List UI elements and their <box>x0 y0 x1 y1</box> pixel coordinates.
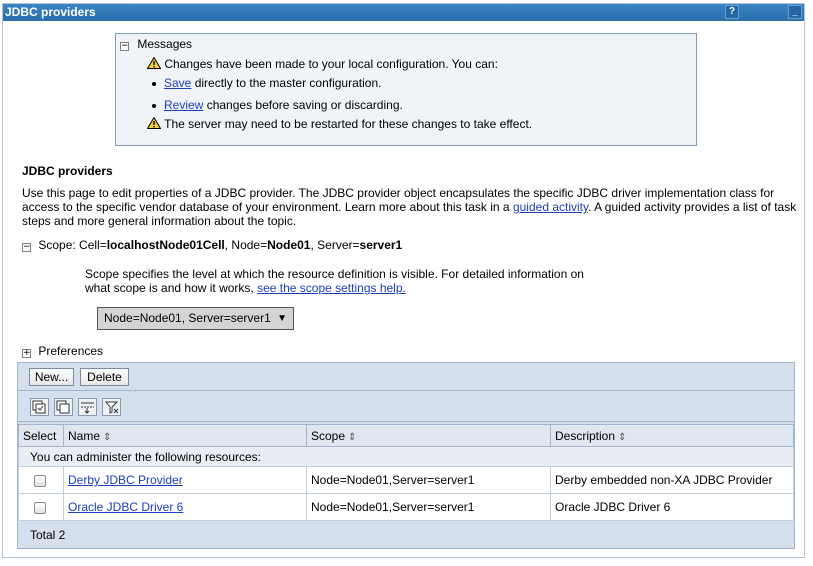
save-link[interactable]: Save <box>164 76 191 90</box>
scope-dropdown-value: Node=Node01, Server=server1 <box>104 311 271 325</box>
select-cell <box>18 466 64 494</box>
scope-settings-help-link[interactable]: see the scope settings help. <box>257 281 406 295</box>
provider-name-link[interactable]: Oracle JDBC Driver 6 <box>68 500 183 514</box>
scope-cell: localhostNode01Cell <box>106 238 225 252</box>
scope-node: Node01 <box>267 238 311 252</box>
resources-table: Select Name ⇕ Scope ⇕ Description ⇕ You can… <box>18 424 794 521</box>
collapse-icon[interactable]: − <box>22 243 31 252</box>
show-filter-icon[interactable] <box>78 398 97 416</box>
scope-server-label: , Server= <box>310 238 360 252</box>
portlet-titlebar: JDBC providers ? _ <box>3 4 804 21</box>
bullet <box>152 104 156 108</box>
table-row: Derby JDBC Provider Node=Node01,Server=s… <box>18 466 794 494</box>
table-total: Total 2 <box>18 522 794 548</box>
expand-icon[interactable]: + <box>22 349 31 358</box>
resources-table-panel: New... Delete Select Name ⇕ Scope ⇕ Descri… <box>17 362 795 549</box>
scope-dropdown[interactable]: Node=Node01, Server=server1 ▼ <box>97 307 294 330</box>
scope-node-label: , Node= <box>224 238 268 252</box>
message-restart: The server may need to be restarted for … <box>164 117 533 131</box>
guided-activity-link[interactable]: guided activity <box>513 200 588 214</box>
select-all-icon[interactable] <box>30 398 49 416</box>
review-link[interactable]: Review <box>164 98 203 112</box>
scope-cell: Node=Node01,Server=server1 <box>306 493 551 521</box>
dropdown-arrow-icon: ▼ <box>277 313 287 324</box>
page-heading: JDBC providers <box>22 164 113 178</box>
column-header-scope[interactable]: Scope ⇕ <box>306 424 551 447</box>
select-cell <box>18 493 64 521</box>
scope-server: server1 <box>359 238 403 252</box>
scope-help-text: Scope specifies the level at which the r… <box>85 267 605 295</box>
warning-icon <box>147 57 161 69</box>
scope-row: − Scope: Cell=localhostNode01Cell, Node=… <box>22 238 402 252</box>
delete-button[interactable]: Delete <box>80 368 129 386</box>
button-bar: New... Delete <box>18 363 794 391</box>
sort-icon[interactable]: ⇕ <box>618 432 626 443</box>
name-cell: Oracle JDBC Driver 6 <box>63 493 307 521</box>
bullet <box>152 82 156 86</box>
message-changes-made: Changes have been made to your local con… <box>164 57 498 71</box>
column-header-select: Select <box>18 424 64 447</box>
table-info-row: You can administer the following resourc… <box>18 446 794 467</box>
minimize-button[interactable]: _ <box>788 5 802 19</box>
table-info-text: You can administer the following resourc… <box>18 446 794 467</box>
warning-icon <box>147 117 161 129</box>
messages-box: − Messages Changes have been made to you… <box>115 33 697 146</box>
description-cell: Oracle JDBC Driver 6 <box>550 493 794 521</box>
column-header-scope-label: Scope <box>311 428 346 443</box>
deselect-all-icon[interactable] <box>54 398 73 416</box>
column-header-name-label: Name <box>68 428 101 443</box>
collapse-icon[interactable]: − <box>120 42 129 51</box>
row-checkbox[interactable] <box>34 474 46 487</box>
column-header-description-label: Description <box>555 428 616 443</box>
save-message-text: directly to the master configuration. <box>194 76 382 90</box>
scope-cell: Node=Node01,Server=server1 <box>306 466 551 494</box>
jdbc-providers-portlet: JDBC providers ? _ − Messages Changes ha… <box>2 3 805 558</box>
sort-icon[interactable]: ⇕ <box>103 432 111 443</box>
column-header-description[interactable]: Description ⇕ <box>550 424 794 447</box>
sort-icon[interactable]: ⇕ <box>348 432 356 443</box>
table-header-row: Select Name ⇕ Scope ⇕ Description ⇕ <box>18 424 794 447</box>
table-tool-bar <box>18 392 794 422</box>
help-button[interactable]: ? <box>725 5 739 19</box>
table-row: Oracle JDBC Driver 6 Node=Node01,Server=… <box>18 493 794 521</box>
scope-label: Scope: Cell= <box>38 238 107 252</box>
column-header-name[interactable]: Name ⇕ <box>63 424 307 447</box>
description-cell: Derby embedded non-XA JDBC Provider <box>550 466 794 494</box>
row-checkbox[interactable] <box>34 501 46 514</box>
preferences-label: Preferences <box>38 344 104 358</box>
clear-filter-icon[interactable] <box>102 398 121 416</box>
new-button[interactable]: New... <box>29 368 74 386</box>
provider-name-link[interactable]: Derby JDBC Provider <box>68 473 183 487</box>
review-message-text: changes before saving or discarding. <box>206 98 403 112</box>
messages-header: Messages <box>137 37 193 51</box>
portlet-title: JDBC providers <box>5 5 96 19</box>
preferences-toggle[interactable]: + Preferences <box>22 344 103 358</box>
name-cell: Derby JDBC Provider <box>63 466 307 494</box>
page-description: Use this page to edit properties of a JD… <box>22 186 797 228</box>
